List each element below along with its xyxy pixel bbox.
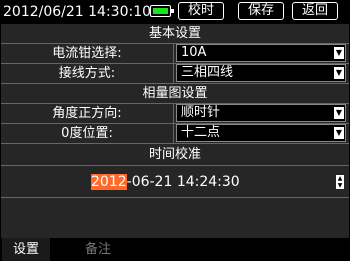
tab-notes[interactable]: 备注 <box>74 238 122 261</box>
time-calibration-field[interactable]: 2012-06-21 14:24:30 ▲ ▼ <box>1 172 349 192</box>
angle-direction-value: 顺时针 <box>181 105 221 120</box>
section-header-time: 时间校准 <box>148 147 201 162</box>
row-wiring: 接线方式: 三相四线 ▼ <box>1 64 349 83</box>
dropdown-arrow-icon[interactable]: ▼ <box>334 127 344 139</box>
bottom-tabs: 设置 备注 <box>0 238 350 261</box>
time-remainder[interactable]: -06-21 14:24:30 <box>127 174 240 190</box>
clamp-label: 电流钳选择: <box>52 46 122 61</box>
tab-settings[interactable]: 设置 <box>2 238 50 261</box>
row-angle-direction: 角度正方向: 顺时针 ▼ <box>1 104 349 123</box>
divider <box>1 197 349 198</box>
calibrate-time-button[interactable]: 校时 <box>178 2 224 20</box>
divider <box>1 143 349 144</box>
time-year-selected[interactable]: 2012 <box>91 174 127 190</box>
device-screen: 2012/06/21 14:30:10 校时 保存 返回 基本设置 电流钳选择:… <box>0 0 350 261</box>
angle-direction-select[interactable]: 顺时针 ▼ <box>176 104 346 122</box>
battery-level <box>153 8 168 14</box>
divider <box>1 165 349 166</box>
clamp-value: 10A <box>181 45 207 60</box>
clamp-select[interactable]: 10A ▼ <box>176 44 346 62</box>
column-divider <box>173 44 174 84</box>
dropdown-arrow-icon[interactable]: ▼ <box>334 67 344 79</box>
row-zero-position: 0度位置: 十二点 ▼ <box>1 124 349 143</box>
wiring-value: 三相四线 <box>181 65 234 80</box>
wiring-select[interactable]: 三相四线 ▼ <box>176 64 346 82</box>
back-button[interactable]: 返回 <box>292 2 338 20</box>
top-bar: 2012/06/21 14:30:10 校时 保存 返回 <box>0 0 350 24</box>
dropdown-arrow-icon[interactable]: ▼ <box>334 107 344 119</box>
zero-position-label: 0度位置: <box>61 126 113 141</box>
angle-direction-label: 角度正方向: <box>52 106 122 121</box>
spinner-icon[interactable]: ▲ ▼ <box>336 175 344 189</box>
time-calibration-value[interactable]: 2012-06-21 14:24:30 <box>91 172 240 192</box>
battery-icon <box>150 5 174 17</box>
zero-position-select[interactable]: 十二点 ▼ <box>176 124 346 142</box>
wiring-label: 接线方式: <box>58 66 116 81</box>
column-divider <box>173 104 174 144</box>
save-button[interactable]: 保存 <box>238 2 284 20</box>
section-header-basic: 基本设置 <box>148 26 201 41</box>
row-clamp: 电流钳选择: 10A ▼ <box>1 44 349 63</box>
settings-panel: 基本设置 电流钳选择: 10A ▼ 接线方式: 三相四线 ▼ 相量图设置 角度正… <box>1 24 349 238</box>
section-header-phasor: 相量图设置 <box>142 86 208 101</box>
clock-readout: 2012/06/21 14:30:10 <box>3 4 152 20</box>
battery-terminal <box>171 9 174 13</box>
dropdown-arrow-icon[interactable]: ▼ <box>334 47 344 59</box>
zero-position-value: 十二点 <box>181 125 221 140</box>
